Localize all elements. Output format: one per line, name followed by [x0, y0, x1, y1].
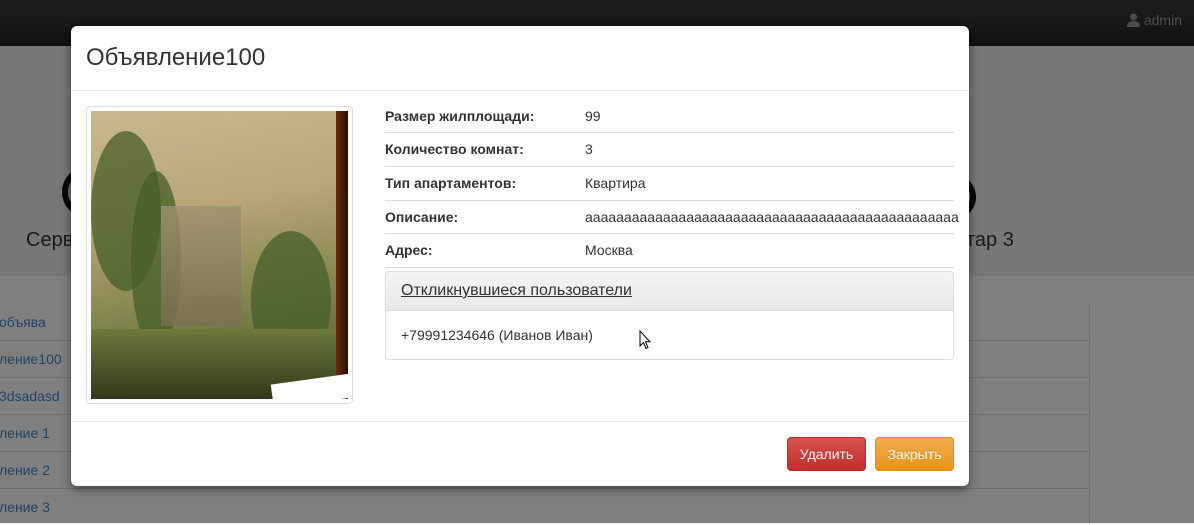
responders-panel: Откликнувшиеся пользователи +79991234646… — [385, 271, 954, 360]
detail-value: 99 — [585, 108, 601, 124]
detail-value: аааааааааааааааааааааааааааааааааааааааа… — [585, 209, 959, 225]
responders-panel-body: +79991234646 (Иванов Иван) — [386, 311, 953, 359]
detail-row: Адрес: Москва — [385, 234, 954, 268]
photo-edge — [336, 111, 348, 399]
modal-footer: Удалить Закрыть — [71, 421, 969, 487]
detail-value: Москва — [585, 242, 633, 258]
close-button[interactable]: Закрыть — [875, 437, 954, 471]
detail-row: Описание: аааааааааааааааааааааааааааааа… — [385, 201, 959, 234]
delete-button[interactable]: Удалить — [787, 437, 866, 471]
responders-toggle-link[interactable]: Откликнувшиеся пользователи — [401, 282, 632, 300]
modal-title: Объявление100 — [86, 44, 266, 71]
responders-panel-header: Откликнувшиеся пользователи — [386, 272, 953, 311]
modal-header: Объявление100 — [71, 26, 969, 91]
detail-row: Количество комнат: 3 — [385, 133, 954, 167]
detail-value: Квартира — [585, 175, 646, 191]
detail-row: Тип апартаментов: Квартира — [385, 167, 954, 201]
listing-modal: Объявление100 Размер жилплощади: 99 Коли… — [71, 26, 969, 486]
detail-row: Размер жилплощади: 99 — [385, 100, 954, 133]
mouse-cursor-icon — [639, 330, 651, 350]
listing-photo-thumbnail — [86, 106, 353, 404]
detail-value: 3 — [585, 141, 593, 157]
responder-item: +79991234646 (Иванов Иван) — [401, 327, 593, 343]
photo-ruin — [161, 206, 241, 326]
detail-label: Количество комнат: — [385, 141, 524, 157]
detail-label: Описание: — [385, 209, 459, 225]
detail-label: Адрес: — [385, 242, 433, 258]
listing-photo — [91, 111, 348, 399]
listing-details: Размер жилплощади: 99 Количество комнат:… — [385, 100, 959, 268]
detail-label: Тип апартаментов: — [385, 175, 517, 191]
detail-label: Размер жилплощади: — [385, 108, 535, 124]
